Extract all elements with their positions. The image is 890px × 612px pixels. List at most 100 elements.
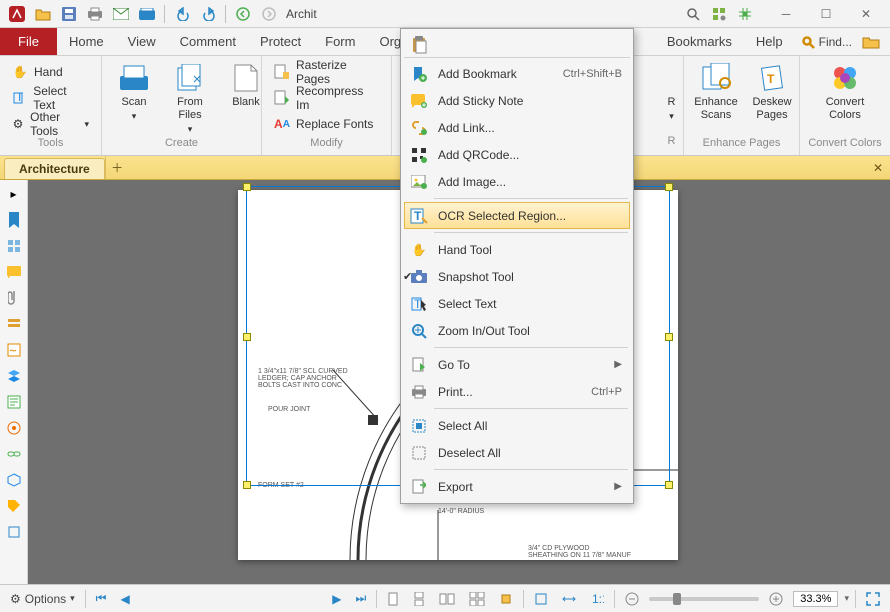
actual-size-icon[interactable]: 1:1 — [586, 589, 608, 609]
undo-icon[interactable] — [170, 2, 194, 26]
window-maximize[interactable]: ☐ — [806, 0, 846, 28]
from-files-button[interactable]: From Files▾ — [166, 60, 214, 137]
hand-label: Hand — [34, 65, 63, 79]
tags-panel-icon[interactable] — [4, 496, 24, 516]
tab-file[interactable]: File — [0, 28, 57, 55]
thumbnails-panel-icon[interactable] — [4, 236, 24, 256]
tab-protect[interactable]: Protect — [248, 28, 313, 55]
launch-icon[interactable] — [733, 2, 757, 26]
content-panel-icon[interactable] — [4, 392, 24, 412]
zoom-in-button[interactable] — [765, 589, 787, 609]
ctx-snapshot-tool[interactable]: ✔ Snapshot Tool — [404, 263, 630, 290]
tab-bookmarks[interactable]: Bookmarks — [655, 34, 744, 49]
window-minimize[interactable]: ─ — [766, 0, 806, 28]
layout-single-icon[interactable] — [383, 589, 403, 609]
scan-qat-icon[interactable] — [135, 2, 159, 26]
ctx-deselect-all[interactable]: Deselect All — [404, 439, 630, 466]
replace-fonts-icon: AA — [274, 116, 290, 132]
open-icon[interactable] — [31, 2, 55, 26]
replace-fonts-button[interactable]: AAReplace Fonts — [270, 112, 383, 136]
ctx-export-label: Export — [438, 480, 614, 494]
print-icon[interactable] — [83, 2, 107, 26]
nav-back-icon[interactable] — [231, 2, 255, 26]
open-folder-icon[interactable] — [859, 30, 883, 54]
zoom-slider[interactable] — [649, 597, 759, 601]
signatures-panel-icon[interactable] — [4, 340, 24, 360]
select-text-button[interactable]: TSelect Text — [8, 86, 93, 110]
ctx-add-image[interactable]: Add Image... — [404, 168, 630, 195]
prev-page-button[interactable]: ◀ — [116, 589, 133, 609]
deselect-all-icon — [408, 442, 430, 464]
other-tools-button[interactable]: ⚙Other Tools▾ — [8, 112, 93, 136]
comments-panel-icon[interactable] — [4, 262, 24, 282]
ctx-select-text[interactable]: T Select Text — [404, 290, 630, 317]
first-page-button[interactable]: ⏮ — [92, 589, 111, 609]
rotate-view-icon[interactable] — [495, 589, 517, 609]
ctx-select-all[interactable]: Select All — [404, 412, 630, 439]
ctx-print[interactable]: Print... Ctrl+P — [404, 378, 630, 405]
properties-panel-icon[interactable] — [4, 522, 24, 542]
enhance-scans-button[interactable]: Enhance Scans — [692, 60, 740, 124]
tab-form[interactable]: Form — [313, 28, 367, 55]
document-tab-active[interactable]: Architecture — [4, 158, 105, 179]
app-icon[interactable] — [5, 2, 29, 26]
bookmarks-panel-icon[interactable] — [4, 210, 24, 230]
hand-tool-button[interactable]: ✋Hand — [8, 60, 93, 84]
ctx-hand-tool[interactable]: ✋ Hand Tool — [404, 236, 630, 263]
close-tab-button[interactable]: ✕ — [866, 156, 890, 179]
layers-panel-icon[interactable] — [4, 366, 24, 386]
ctx-add-sticky[interactable]: Add Sticky Note — [404, 87, 630, 114]
layout-continuous-icon[interactable] — [409, 589, 429, 609]
recompress-button[interactable]: Recompress Im — [270, 86, 383, 110]
link-icon — [408, 117, 430, 139]
chevron-right-icon: ▶ — [614, 481, 622, 492]
zoom-value[interactable]: 33.3% — [793, 591, 838, 607]
sticky-note-icon — [408, 90, 430, 112]
attachments-panel-icon[interactable] — [4, 288, 24, 308]
email-icon[interactable] — [109, 2, 133, 26]
ctx-export[interactable]: Export ▶ — [404, 473, 630, 500]
save-icon[interactable] — [57, 2, 81, 26]
search-icon[interactable] — [681, 2, 705, 26]
next-page-button[interactable]: ▶ — [328, 589, 345, 609]
options-button[interactable]: ⚙ Options▾ — [6, 589, 79, 609]
convert-colors-button[interactable]: Convert Colors — [821, 60, 869, 124]
fields-panel-icon[interactable] — [4, 314, 24, 334]
3d-panel-icon[interactable] — [4, 470, 24, 490]
last-page-button[interactable]: ⏭ — [351, 589, 370, 609]
scan-button[interactable]: Scan▾ — [110, 60, 158, 124]
zoom-out-button[interactable] — [621, 589, 643, 609]
recompress-label: Recompress Im — [296, 84, 379, 112]
rasterize-icon — [274, 64, 290, 80]
rasterize-button[interactable]: Rasterize Pages — [270, 60, 383, 84]
ctx-zoom-tool[interactable]: Zoom In/Out Tool — [404, 317, 630, 344]
find-button[interactable]: Find... — [795, 33, 858, 51]
svg-text:1:1: 1:1 — [592, 592, 604, 606]
other-tools-label: Other Tools — [30, 110, 76, 138]
tab-comment[interactable]: Comment — [168, 28, 248, 55]
fit-page-icon[interactable] — [530, 589, 552, 609]
tab-home[interactable]: Home — [57, 28, 116, 55]
ctx-ocr-region[interactable]: T OCR Selected Region... — [404, 202, 630, 229]
ctx-add-bookmark[interactable]: Add Bookmark Ctrl+Shift+B — [404, 60, 630, 87]
nav-fwd-icon[interactable] — [257, 2, 281, 26]
drawing-note-ply: 3/4" CD PLYWOOD SHEATHING ON 11 7/8" MAN… — [528, 545, 631, 559]
fullscreen-icon[interactable] — [862, 589, 884, 609]
ui-options-icon[interactable] — [707, 2, 731, 26]
tab-help[interactable]: Help — [744, 34, 795, 49]
side-panel-rail: ▸ — [0, 180, 28, 584]
new-tab-button[interactable]: ＋ — [105, 156, 129, 179]
window-close[interactable]: ✕ — [846, 0, 886, 28]
ctx-add-link[interactable]: Add Link... — [404, 114, 630, 141]
rail-arrow-icon[interactable]: ▸ — [4, 184, 24, 204]
links-panel-icon[interactable] — [4, 444, 24, 464]
tab-view[interactable]: View — [116, 28, 168, 55]
destinations-panel-icon[interactable] — [4, 418, 24, 438]
layout-facing-continuous-icon[interactable] — [465, 589, 489, 609]
layout-facing-icon[interactable] — [435, 589, 459, 609]
deskew-button[interactable]: TDeskew Pages — [748, 60, 796, 124]
redo-icon[interactable] — [196, 2, 220, 26]
fit-width-icon[interactable] — [558, 589, 580, 609]
ctx-goto[interactable]: Go To ▶ — [404, 351, 630, 378]
ctx-add-qr[interactable]: Add QRCode... — [404, 141, 630, 168]
